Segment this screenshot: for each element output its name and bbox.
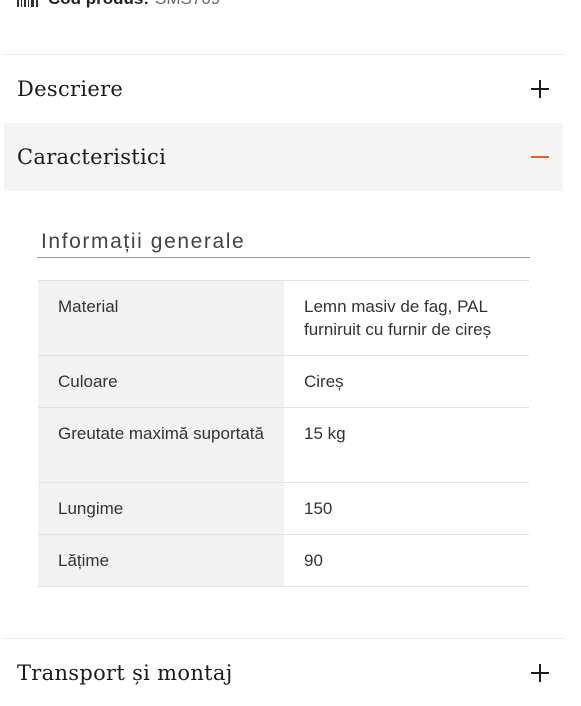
section-title: Informații generale bbox=[41, 230, 246, 253]
spec-value: Cireș bbox=[284, 355, 529, 408]
minus-icon[interactable] bbox=[530, 147, 550, 167]
spec-key: Lungime bbox=[38, 482, 284, 535]
section-divider bbox=[37, 257, 530, 258]
table-row: Greutate maximă suportată 15 kg bbox=[38, 407, 529, 483]
spec-value: Lemn masiv de fag, PAL furniruit cu furn… bbox=[284, 280, 529, 356]
spec-key: Culoare bbox=[38, 355, 284, 408]
product-code-label: Cod produs: bbox=[48, 0, 149, 10]
specs-table: Material Lemn masiv de fag, PAL furnirui… bbox=[38, 280, 529, 587]
accordion-title-transport: Transport și montaj bbox=[17, 660, 233, 685]
plus-icon[interactable] bbox=[530, 79, 550, 99]
accordion-caracteristici[interactable]: Caracteristici bbox=[4, 123, 563, 191]
accordion-descriere[interactable]: Descriere bbox=[4, 54, 563, 122]
product-code-value: SMS709 bbox=[155, 0, 220, 10]
accordion-title-caracteristici: Caracteristici bbox=[17, 145, 167, 169]
spec-value: 150 bbox=[284, 482, 529, 535]
accordion-title-descriere: Descriere bbox=[17, 76, 124, 101]
table-row: Lungime 150 bbox=[38, 482, 529, 535]
barcode-icon bbox=[17, 0, 39, 7]
plus-icon[interactable] bbox=[530, 663, 550, 683]
spec-value: 90 bbox=[284, 534, 529, 587]
spec-value: 15 kg bbox=[284, 407, 529, 483]
spec-key: Greutate maximă suportată bbox=[38, 407, 284, 483]
spec-key: Material bbox=[38, 280, 284, 356]
table-row: Material Lemn masiv de fag, PAL furnirui… bbox=[38, 280, 529, 356]
table-row: Lățime 90 bbox=[38, 534, 529, 587]
table-row: Culoare Cireș bbox=[38, 355, 529, 408]
product-code-row: Cod produs: SMS709 bbox=[17, 0, 220, 10]
spec-key: Lățime bbox=[38, 534, 284, 587]
accordion-transport[interactable]: Transport și montaj bbox=[4, 638, 563, 706]
